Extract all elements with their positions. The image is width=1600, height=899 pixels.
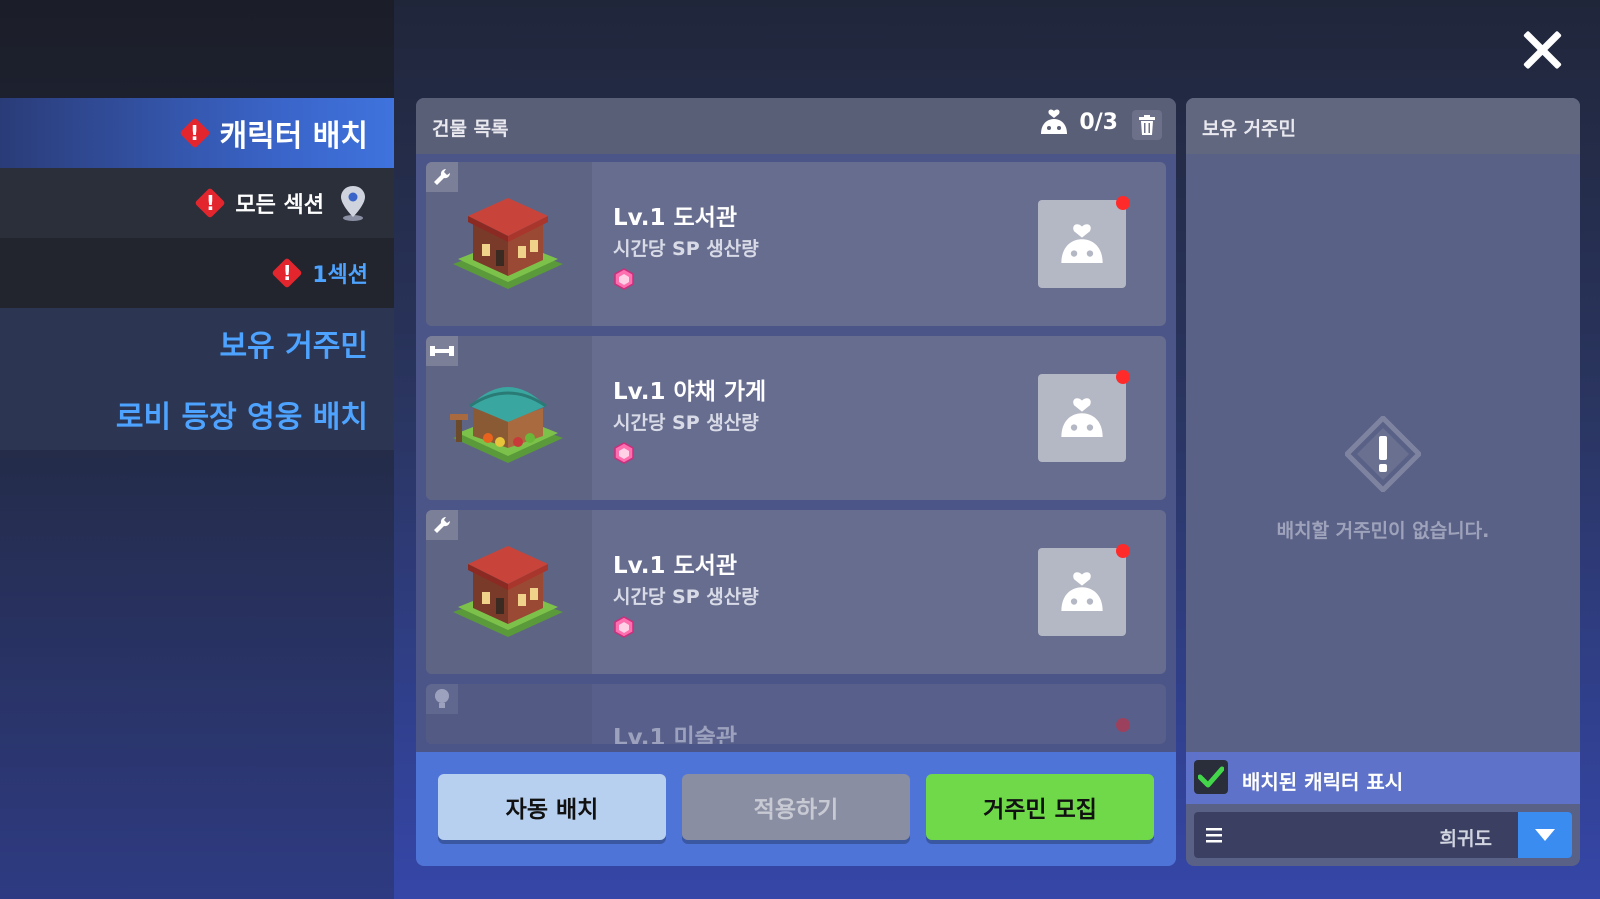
building-thumbnail	[426, 336, 592, 500]
sort-label: 희귀도	[1439, 828, 1492, 850]
sidebar-item-label: 보유 거주민	[219, 329, 368, 364]
alert-icon: !	[272, 258, 302, 288]
trash-icon	[1139, 115, 1155, 135]
building-name: Lv.1 도서관	[613, 553, 738, 579]
library-building-image	[453, 546, 563, 637]
show-placed-row: 배치된 캐릭터 표시	[1186, 752, 1580, 804]
notification-dot	[1116, 370, 1130, 384]
sidebar-item-residents[interactable]: 보유 거주민	[0, 308, 394, 378]
sidebar-item-section-1[interactable]: ! 1섹션	[0, 238, 394, 308]
building-thumbnail	[426, 510, 592, 674]
alert-icon: !	[195, 188, 225, 218]
resident-slot[interactable]	[1038, 548, 1126, 636]
building-thumbnail	[426, 684, 592, 744]
residents-panel: 보유 거주민 배치할 거주민이 없습니다. 배치된 캐릭터 표시 희귀도	[1186, 98, 1580, 866]
building-thumbnail	[426, 162, 592, 326]
sidebar-item-lobby-hero[interactable]: 로비 등장 영웅 배치	[0, 378, 394, 450]
menu-icon	[1206, 828, 1222, 843]
building-card[interactable]: Lv.1 도서관 시간당 SP 생산량	[426, 510, 1166, 674]
sort-dropdown-toggle[interactable]	[1518, 812, 1572, 858]
check-icon	[1198, 766, 1224, 788]
sidebar-item-label: 캐릭터 배치	[219, 119, 368, 154]
slot-count-value: 0/3	[1079, 109, 1118, 135]
resident-slot-icon	[1061, 572, 1103, 612]
lightbulb-icon	[426, 684, 458, 714]
sidebar-item-label: 모든 섹션	[235, 193, 324, 218]
chevron-down-icon	[1535, 829, 1555, 841]
resident-slot-icon	[1061, 224, 1103, 264]
building-name: Lv.1 야채 가게	[613, 379, 767, 405]
close-button[interactable]	[1520, 28, 1564, 72]
auto-place-button[interactable]: 자동 배치	[438, 774, 666, 840]
sidebar-item-character-placement[interactable]: ! 캐릭터 배치	[0, 98, 394, 168]
notification-dot	[1116, 544, 1130, 558]
residents-title: 보유 거주민	[1202, 118, 1297, 140]
trash-button[interactable]	[1132, 110, 1162, 140]
building-card[interactable]: Lv.1 야채 가게 시간당 SP 생산량	[426, 336, 1166, 500]
building-card[interactable]: Lv.1 도서관 시간당 SP 생산량	[426, 162, 1166, 326]
resident-slot[interactable]	[1038, 200, 1126, 288]
apply-button[interactable]: 적용하기	[682, 774, 910, 840]
sp-gem-icon	[614, 442, 634, 464]
recruit-button[interactable]: 거주민 모집	[926, 774, 1154, 840]
location-pin-icon	[341, 186, 365, 221]
show-placed-checkbox[interactable]	[1194, 760, 1228, 794]
sp-gem-icon	[614, 616, 634, 638]
building-list-panel: 건물 목록 0/3 Lv.1 도서관 시간당 SP 생산량 Lv.1 야채 가게…	[416, 98, 1176, 866]
sort-dropdown[interactable]: 희귀도	[1194, 812, 1572, 858]
resident-icon	[1041, 109, 1068, 134]
library-building-image	[453, 198, 563, 289]
building-panel-footer: 자동 배치 적용하기 거주민 모집	[416, 752, 1176, 866]
vegetable-shop-image	[450, 387, 563, 463]
show-placed-label: 배치된 캐릭터 표시	[1242, 770, 1404, 794]
alert-icon: !	[180, 118, 210, 148]
sp-gem-icon	[614, 268, 634, 290]
sidebar-item-label: 1섹션	[312, 263, 368, 288]
building-desc: 시간당 SP 생산량	[613, 238, 759, 260]
empty-warning-icon	[1345, 416, 1421, 492]
building-list-title: 건물 목록	[432, 118, 509, 140]
building-card[interactable]: Lv.1 미술관	[426, 684, 1166, 744]
building-list-header: 건물 목록 0/3	[416, 98, 1176, 154]
empty-message: 배치할 거주민이 없습니다.	[1276, 520, 1490, 542]
building-name: Lv.1 미술관	[613, 725, 738, 744]
sidebar-item-label: 로비 등장 영웅 배치	[115, 400, 368, 435]
notification-dot	[1116, 718, 1130, 732]
resident-slot[interactable]	[1038, 374, 1126, 462]
building-desc: 시간당 SP 생산량	[613, 586, 759, 608]
building-name: Lv.1 도서관	[613, 205, 738, 231]
building-desc: 시간당 SP 생산량	[613, 412, 759, 434]
sidebar-item-all-sections[interactable]: ! 모든 섹션	[0, 168, 394, 238]
slot-count: 0/3	[1037, 108, 1118, 136]
residents-header: 보유 거주민	[1186, 98, 1580, 154]
notification-dot	[1116, 196, 1130, 210]
resident-slot-icon	[1061, 398, 1103, 438]
sidebar: ! 캐릭터 배치 ! 모든 섹션 ! 1섹션 보유 거주민 로비 등장 영웅 배…	[0, 0, 394, 899]
